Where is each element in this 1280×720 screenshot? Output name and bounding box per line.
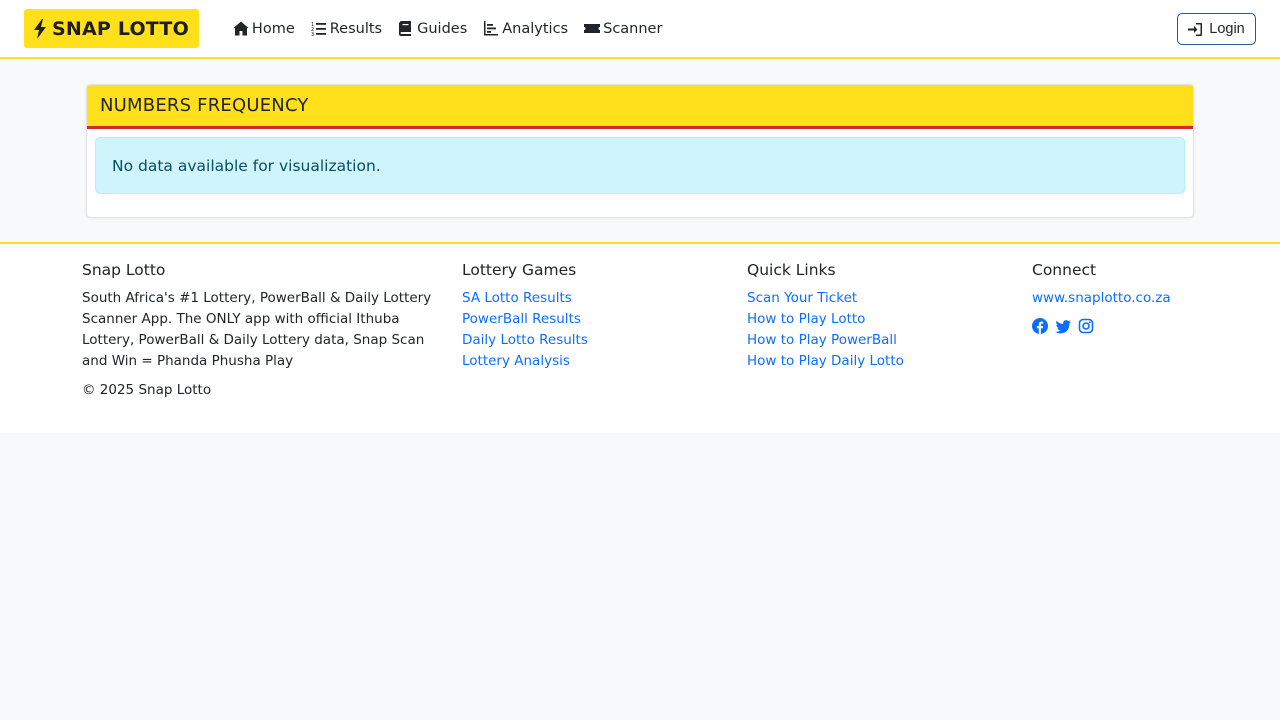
nav-item-scanner[interactable]: Scanner: [584, 21, 662, 37]
main-nav: Home 123 Results Guides Analytics Scanne…: [233, 21, 679, 37]
footer-about-title: Snap Lotto: [82, 261, 166, 279]
book-icon: [399, 21, 412, 36]
facebook-icon[interactable]: [1032, 318, 1048, 334]
social-links: [1032, 318, 1252, 334]
footer-quick-links: Quick Links Scan Your Ticket How to Play…: [747, 261, 1007, 372]
nav-item-home[interactable]: Home: [233, 21, 295, 37]
list-ol-icon: 123: [311, 22, 326, 36]
footer-connect-title: Connect: [1032, 261, 1097, 279]
copyright: © 2025 Snap Lotto: [82, 382, 212, 398]
nav-item-results[interactable]: 123 Results: [311, 21, 382, 37]
login-label: Login: [1209, 21, 1245, 37]
nav-item-label: Results: [329, 20, 383, 37]
link-website[interactable]: www.snaplotto.co.za: [1032, 288, 1252, 309]
brand-logo-link[interactable]: SNAP LOTTO: [24, 9, 199, 48]
twitter-icon[interactable]: [1055, 318, 1071, 334]
nav-item-label: Analytics: [502, 20, 569, 37]
link-daily-lotto-results[interactable]: Daily Lotto Results: [462, 330, 722, 351]
footer-quick-title: Quick Links: [747, 261, 836, 279]
link-how-to-play-powerball[interactable]: How to Play PowerBall: [747, 330, 1007, 351]
link-how-to-play-daily-lotto[interactable]: How to Play Daily Lotto: [747, 351, 1007, 372]
chart-icon: [484, 21, 499, 36]
numbers-frequency-card: NUMBERS FREQUENCY No data available for …: [86, 84, 1194, 218]
link-sa-lotto-results[interactable]: SA Lotto Results: [462, 288, 722, 309]
footer-games-title: Lottery Games: [462, 261, 577, 279]
nav-item-label: Home: [251, 20, 295, 37]
bolt-icon: [34, 18, 46, 39]
instagram-icon[interactable]: [1078, 318, 1094, 334]
footer: Snap Lotto South Africa's #1 Lottery, Po…: [0, 242, 1280, 433]
footer-connect: Connect www.snaplotto.co.za: [1032, 261, 1252, 334]
card-title: NUMBERS FREQUENCY: [87, 85, 1193, 129]
sign-in-icon: [1188, 22, 1203, 36]
link-how-to-play-lotto[interactable]: How to Play Lotto: [747, 309, 1007, 330]
navbar: SNAP LOTTO Home 123 Results Guides Analy…: [0, 0, 1280, 59]
svg-text:3: 3: [311, 32, 314, 36]
brand-label: SNAP LOTTO: [52, 17, 189, 40]
link-lottery-analysis[interactable]: Lottery Analysis: [462, 351, 722, 372]
footer-about: Snap Lotto South Africa's #1 Lottery, Po…: [82, 261, 442, 401]
ticket-icon: [584, 24, 601, 33]
no-data-alert: No data available for visualization.: [95, 137, 1185, 194]
home-icon: [233, 21, 249, 36]
footer-lottery-games: Lottery Games SA Lotto Results PowerBall…: [462, 261, 722, 372]
nav-item-label: Scanner: [603, 20, 663, 37]
link-scan-your-ticket[interactable]: Scan Your Ticket: [747, 288, 1007, 309]
nav-item-label: Guides: [417, 20, 468, 37]
link-powerball-results[interactable]: PowerBall Results: [462, 309, 722, 330]
footer-about-text: South Africa's #1 Lottery, PowerBall & D…: [82, 290, 432, 369]
nav-item-guides[interactable]: Guides: [398, 21, 467, 37]
nav-item-analytics[interactable]: Analytics: [483, 21, 568, 37]
login-button[interactable]: Login: [1177, 13, 1256, 45]
